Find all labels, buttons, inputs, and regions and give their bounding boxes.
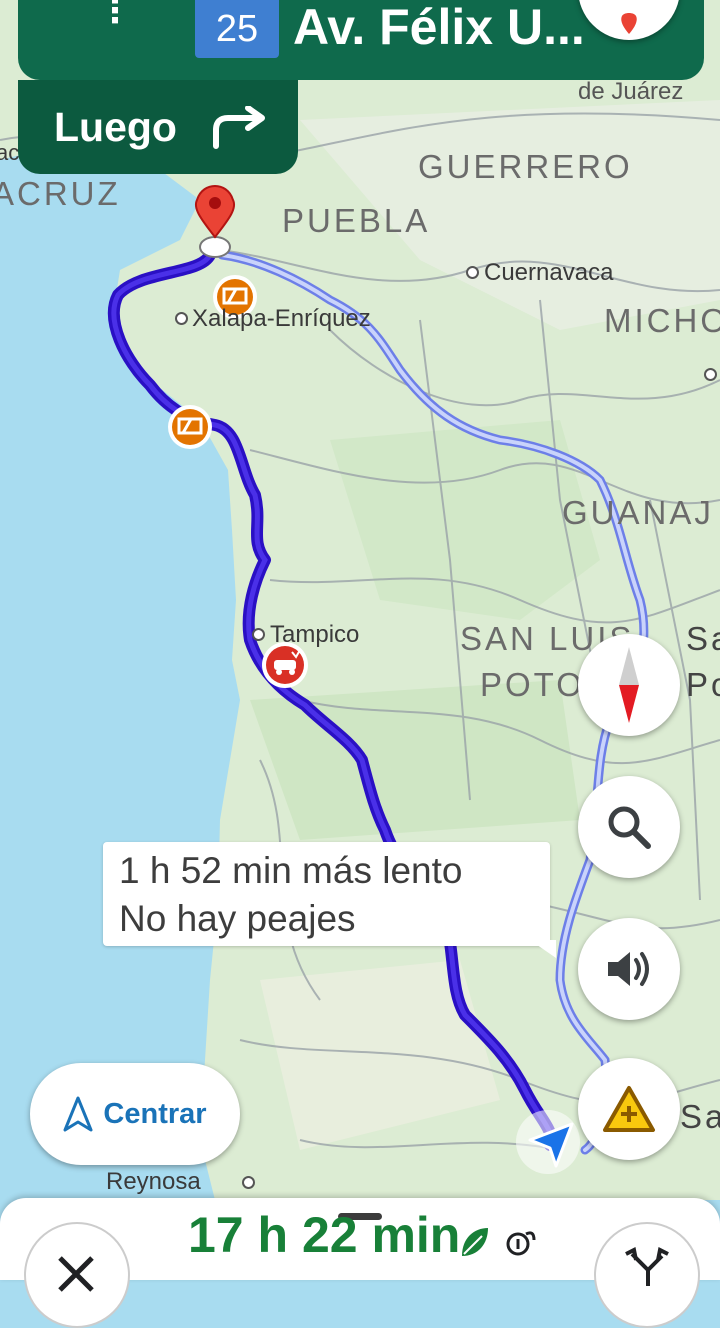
map-layer-button[interactable] <box>578 0 680 40</box>
route-toll-info: No hay peajes <box>119 898 356 939</box>
map-label-po-right: Po <box>686 666 720 703</box>
compass-icon <box>619 647 639 723</box>
map-label-puebla: PUEBLA <box>282 202 431 239</box>
turn-right-arrow-icon <box>213 106 265 149</box>
map-label-sa-bottom: Sa <box>680 1098 720 1135</box>
map-label-reynosa: Reynosa <box>106 1168 201 1195</box>
map-label-guanajuato: GUANAJ <box>562 494 714 531</box>
volume-icon <box>608 952 649 986</box>
search-button[interactable] <box>578 776 680 878</box>
map-dot-reynosa <box>242 1176 255 1189</box>
next-maneuver-panel: Luego <box>18 80 298 174</box>
search-icon <box>608 806 651 849</box>
warning-plus-icon <box>603 1086 655 1132</box>
callout-pointer <box>530 940 556 958</box>
trip-duration: 17 h 22 min <box>188 1207 461 1263</box>
sound-button[interactable] <box>578 918 680 1020</box>
more-options-icon[interactable]: ⋮ <box>98 0 132 28</box>
route-time-difference: 1 h 52 min más lento <box>119 850 463 891</box>
map-pin-icon <box>621 13 637 34</box>
alternate-routes-button[interactable] <box>594 1222 700 1328</box>
road-number-badge: 25 <box>195 0 279 58</box>
map-label-veracruz-prefix: ac <box>0 140 20 165</box>
route-option-icon <box>506 1231 536 1256</box>
map-label-guerrero: GUERRERO <box>418 148 633 185</box>
alternate-route-callout[interactable]: 1 h 52 min más lento No hay peajes <box>103 842 550 946</box>
street-name: Av. Félix U... <box>293 0 585 55</box>
recenter-label: Centrar <box>103 1097 207 1130</box>
exit-navigation-button[interactable] <box>24 1222 130 1328</box>
map-label-sa-right: Sa <box>686 620 720 657</box>
map-label-tampico: Tampico <box>270 621 360 648</box>
map-label-de-juarez: de Juárez <box>578 78 684 105</box>
alternate-routes-icon <box>625 1247 669 1286</box>
map-label-cuernavaca: Cuernavaca <box>484 259 614 286</box>
map-label-veracruz: ACRUZ <box>0 175 121 212</box>
map-label-potosi: POTO <box>480 666 585 703</box>
construction-marker-icon[interactable] <box>168 405 212 449</box>
map-label-xalapa: Xalapa-Enríquez <box>192 305 371 332</box>
recenter-button[interactable]: Centrar <box>30 1063 240 1165</box>
map-dot-tampico <box>252 628 265 641</box>
report-incident-button[interactable] <box>578 1058 680 1160</box>
compass-button[interactable] <box>578 634 680 736</box>
then-label: Luego <box>54 104 177 150</box>
navigation-arrow-icon <box>63 1096 93 1132</box>
map-dot-cuernavaca <box>466 266 479 279</box>
map-dot-xalapa <box>175 312 188 325</box>
current-location-icon <box>516 1110 580 1174</box>
close-icon <box>58 1256 94 1292</box>
eco-leaf-icon <box>462 1228 488 1256</box>
map-dot-east <box>704 368 717 381</box>
map-label-michoacan: MICHO <box>604 302 720 339</box>
